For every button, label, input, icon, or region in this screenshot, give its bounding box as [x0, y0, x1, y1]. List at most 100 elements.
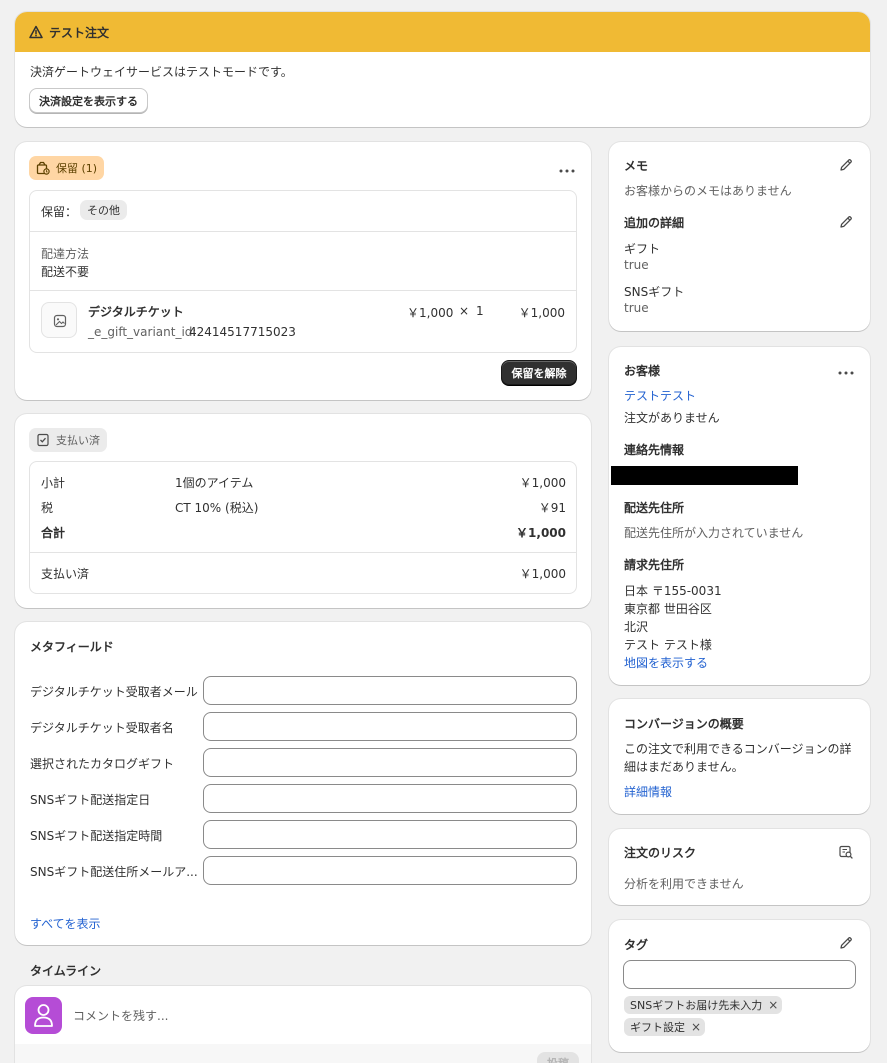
- billing-line-3: 北沢: [624, 620, 649, 634]
- metafield-input-delivery-date[interactable]: [203, 784, 577, 813]
- product-thumbnail: [41, 302, 77, 338]
- customer-name-link[interactable]: テストテスト: [624, 387, 696, 404]
- shipping-address-empty: 配送先住所が入力されていません: [624, 526, 804, 540]
- metafield-input-delivery-time[interactable]: [203, 820, 577, 849]
- hold-label: 保留：: [41, 205, 78, 219]
- test-order-banner: テスト注文 決済ゲートウェイサービスはテストモードです。 決済設定を表示する: [15, 12, 870, 127]
- banner-title: テスト注文: [49, 26, 110, 40]
- total-amount: ￥1,000: [516, 526, 566, 540]
- tag-label: SNSギフトお届け先未入力: [630, 999, 763, 1012]
- contact-info-title: 連絡先情報: [624, 443, 685, 457]
- product-quantity: 1: [476, 304, 484, 318]
- detail-value-sns-gift: true: [624, 301, 649, 315]
- avatar: [25, 997, 62, 1034]
- banner-message: 決済ゲートウェイサービスはテストモードです。: [30, 65, 293, 79]
- tag-label: ギフト設定: [630, 1021, 685, 1034]
- notes-card: メモ お客様からのメモはありません 追加の詳細 ギフト true SNSギフト …: [609, 142, 870, 331]
- subtotal-label: 小計: [41, 476, 66, 490]
- product-name[interactable]: デジタルチケット: [88, 303, 184, 320]
- product-property-value: 42414517715023: [189, 325, 296, 339]
- total-label: 合計: [41, 526, 66, 540]
- tags-card: タグ SNSギフトお届け先未入力 × ギフト設定 ×: [609, 920, 870, 1052]
- comment-toolbar: 投稿: [15, 1044, 591, 1063]
- conversion-summary-card: コンバージョンの概要 この注文で利用できるコンバージョンの詳 細はまだありません…: [609, 699, 870, 814]
- hold-reason-text: その他: [87, 204, 120, 217]
- tax-amount: ￥91: [538, 501, 566, 515]
- release-hold-button[interactable]: 保留を解除: [501, 360, 577, 385]
- paid-status-badge: 支払い済: [29, 428, 107, 452]
- metafield-label: SNSギフト配送指定時間: [30, 829, 163, 843]
- billing-line-1: 日本 〒155-0031: [624, 584, 722, 598]
- notes-empty-text: お客様からのメモはありません: [624, 184, 792, 198]
- payment-summary-box: 小計 1個のアイテム ￥1,000 税 CT 10% (税込) ￥91 合計 ￥…: [29, 461, 577, 594]
- metafields-title: メタフィールド: [30, 640, 114, 654]
- hold-box-icon: [36, 161, 50, 175]
- payment-divider: [30, 552, 576, 553]
- metafield-input-recipient-name[interactable]: [203, 712, 577, 741]
- hold-card: 保留 (1) 保留： その他 配達方法 配送不要 デジタルチケット _e_gif…: [15, 142, 591, 400]
- product-line-total: ￥1,000: [518, 306, 565, 320]
- remove-tag-icon[interactable]: ×: [691, 1020, 701, 1034]
- detail-value-gift: true: [624, 258, 649, 272]
- post-comment-button[interactable]: 投稿: [537, 1052, 579, 1063]
- metafield-input-address-email[interactable]: [203, 856, 577, 885]
- risk-analysis-icon[interactable]: [838, 844, 854, 860]
- comment-input[interactable]: コメントを残す...: [73, 1007, 573, 1024]
- order-risk-card: 注文のリスク 分析を利用できません: [609, 829, 870, 905]
- metafield-label: 選択されたカタログギフト: [30, 757, 175, 771]
- tax-label: 税: [41, 501, 54, 515]
- show-all-metafields-link[interactable]: すべてを表示: [30, 915, 100, 932]
- metafield-label: デジタルチケット受取者メール: [30, 685, 198, 699]
- receipt-check-icon: [36, 433, 50, 447]
- view-map-link[interactable]: 地図を表示する: [624, 654, 708, 671]
- paid-amount: ￥1,000: [519, 567, 566, 581]
- edit-notes-pencil-icon[interactable]: [838, 157, 854, 173]
- product-property-key: _e_gift_variant_id:: [88, 325, 197, 339]
- warning-icon: [29, 25, 43, 39]
- tag-sns-gift-address-missing: SNSギフトお届け先未入力 ×: [624, 996, 783, 1014]
- metafield-input-catalog-gift[interactable]: [203, 748, 577, 777]
- person-icon: [33, 1003, 54, 1028]
- notes-title: メモ: [624, 159, 649, 173]
- customer-orders: 注文がありません: [624, 411, 720, 425]
- risk-unavailable-text: 分析を利用できません: [624, 877, 744, 891]
- billing-line-2: 東京都 世田谷区: [624, 602, 712, 616]
- paid-badge-label: 支払い済: [56, 434, 100, 447]
- product-times: ×: [459, 304, 470, 318]
- additional-details-title: 追加の詳細: [624, 216, 685, 230]
- view-payment-settings-button[interactable]: 決済設定を表示する: [29, 88, 148, 113]
- detail-key-gift: ギフト: [624, 242, 661, 256]
- metafield-input-recipient-email[interactable]: [203, 676, 577, 705]
- subtotal-detail: 1個のアイテム: [175, 476, 254, 490]
- conversion-text-line2: 細はまだありません。: [624, 760, 744, 774]
- edit-tags-pencil-icon[interactable]: [838, 935, 854, 951]
- post-button-label: 投稿: [547, 1057, 569, 1063]
- metafield-label: SNSギフト配送住所メールア...: [30, 865, 198, 879]
- timeline-title: タイムライン: [30, 964, 102, 978]
- image-placeholder-icon: [53, 314, 67, 328]
- redacted-contact-block: [611, 466, 798, 485]
- delivery-method-value: 配送不要: [41, 265, 90, 279]
- banner-header: テスト注文: [15, 12, 870, 52]
- customer-more-actions-icon[interactable]: [837, 366, 855, 375]
- product-unit-price: ￥1,000: [407, 306, 454, 320]
- hold-divider-1: [30, 231, 576, 232]
- hold-more-actions-icon[interactable]: [558, 164, 576, 173]
- edit-details-pencil-icon[interactable]: [838, 214, 854, 230]
- customer-card: お客様 テストテスト 注文がありません 連絡先情報 配送先住所 配送先住所が入力…: [609, 347, 870, 685]
- delivery-method-label: 配達方法: [41, 247, 90, 261]
- tags-input[interactable]: [623, 960, 856, 989]
- hold-reason-badge: その他: [80, 200, 127, 220]
- customer-title: お客様: [624, 364, 661, 378]
- metafields-card: メタフィールド デジタルチケット受取者メール デジタルチケット受取者名 選択され…: [15, 622, 591, 945]
- hold-status-badge: 保留 (1): [29, 156, 105, 180]
- metafield-label: デジタルチケット受取者名: [30, 721, 174, 735]
- remove-tag-icon[interactable]: ×: [768, 998, 778, 1012]
- hold-divider-2: [30, 290, 576, 291]
- hold-badge-label: 保留 (1): [56, 162, 98, 175]
- metafield-label: SNSギフト配送指定日: [30, 793, 151, 807]
- conversion-learn-more-link[interactable]: 詳細情報: [624, 783, 672, 800]
- tag-gift-setting: ギフト設定 ×: [624, 1018, 706, 1036]
- billing-address-title: 請求先住所: [624, 558, 685, 572]
- payment-card: 支払い済 小計 1個のアイテム ￥1,000 税 CT 10% (税込) ￥91…: [15, 414, 591, 608]
